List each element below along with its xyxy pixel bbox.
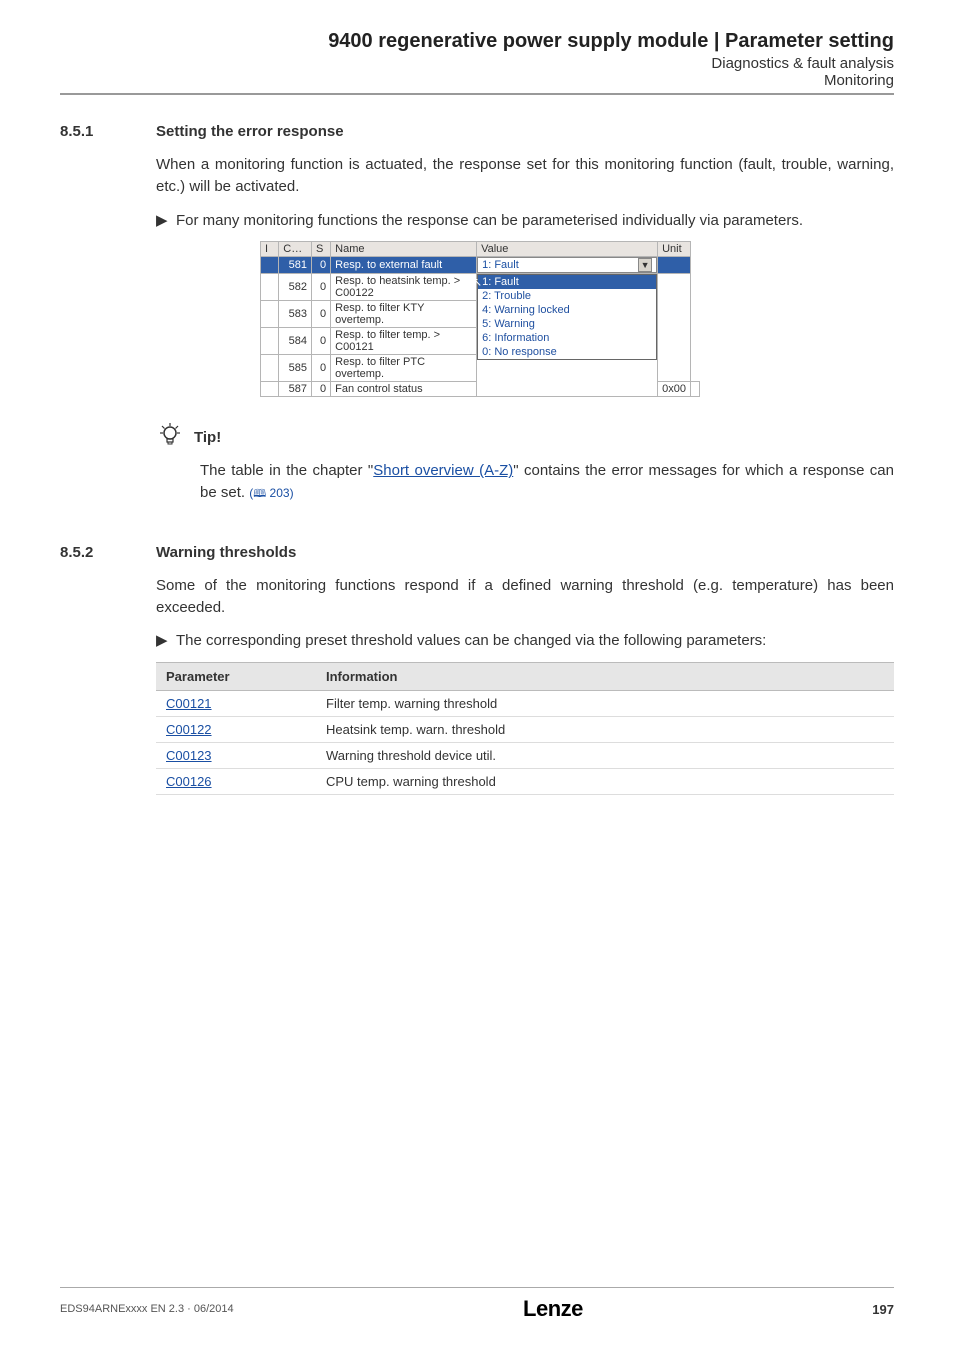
section-title: Warning thresholds xyxy=(156,544,296,561)
grid-header-i: I xyxy=(261,242,279,257)
section-852-heading: 8.5.2 Warning thresholds xyxy=(60,544,894,561)
dropdown-option[interactable]: 5: Warning xyxy=(478,317,656,331)
cell-name: Resp. to heatsink temp. > C00122 xyxy=(331,274,477,301)
cell-name: Resp. to external fault xyxy=(331,257,477,274)
triangle-bullet-icon: ▶ xyxy=(156,630,176,652)
cell-s: 0 xyxy=(311,355,330,382)
table-row: C00126 CPU temp. warning threshold xyxy=(156,769,894,795)
doc-id: EDS94ARNExxxx EN 2.3 · 06/2014 xyxy=(60,1303,234,1315)
cell-c: 583 xyxy=(279,301,312,328)
section-851-para: When a monitoring function is actuated, … xyxy=(156,154,894,198)
table-row: C00123 Warning threshold device util. xyxy=(156,743,894,769)
header-sub1: Diagnostics & fault analysis xyxy=(60,55,894,72)
cell-value: 0x00 xyxy=(658,382,691,397)
cell-s: 0 xyxy=(311,301,330,328)
param-info: Filter temp. warning threshold xyxy=(316,691,894,717)
table-row[interactable]: 582 0 Resp. to heatsink temp. > C00122 1… xyxy=(261,274,700,301)
cell-c: 582 xyxy=(279,274,312,301)
table-header-information: Information xyxy=(316,663,894,691)
cell-c: 587 xyxy=(279,382,312,397)
section-number: 8.5.1 xyxy=(60,123,156,140)
book-icon: 🕮 xyxy=(253,488,266,500)
section-852-bullet: ▶ The corresponding preset threshold val… xyxy=(156,630,894,652)
page-footer: EDS94ARNExxxx EN 2.3 · 06/2014 Lenze 197 xyxy=(60,1287,894,1322)
tip-text-pre: The table in the chapter " xyxy=(200,462,373,479)
cell-name: Resp. to filter PTC overtemp. xyxy=(331,355,477,382)
grid-header-c: C… xyxy=(279,242,312,257)
grid-header-value: Value xyxy=(477,242,658,257)
section-852-para: Some of the monitoring functions respond… xyxy=(156,575,894,619)
param-link-c00123[interactable]: C00123 xyxy=(166,748,212,763)
dropdown-option[interactable]: 4: Warning locked xyxy=(478,303,656,317)
header-sub2: Monitoring xyxy=(60,72,894,89)
table-header-parameter: Parameter xyxy=(156,663,316,691)
value-dropdown-closed[interactable]: 1: Fault ▼ xyxy=(477,257,657,273)
section-title: Setting the error response xyxy=(156,123,344,140)
lenze-logo: Lenze xyxy=(523,1296,583,1322)
cell-s: 0 xyxy=(311,274,330,301)
page-header: 9400 regenerative power supply module | … xyxy=(60,30,894,95)
section-851-bullet: ▶ For many monitoring functions the resp… xyxy=(156,210,894,232)
cell-name: Resp. to filter KTY overtemp. xyxy=(331,301,477,328)
cell-s: 0 xyxy=(311,257,330,274)
gui-screenshot: I C… S Name Value Unit 581 0 Resp. to ex… xyxy=(260,241,894,397)
param-link-c00121[interactable]: C00121 xyxy=(166,696,212,711)
page-reference[interactable]: (🕮 203) xyxy=(249,486,293,500)
header-title: 9400 regenerative power supply module | … xyxy=(60,30,894,53)
grid-header-unit: Unit xyxy=(658,242,691,257)
cell-c: 584 xyxy=(279,328,312,355)
cell-s: 0 xyxy=(311,382,330,397)
warning-threshold-table: Parameter Information C00121 Filter temp… xyxy=(156,662,894,795)
section-851-heading: 8.5.1 Setting the error response xyxy=(60,123,894,140)
cell-s: 0 xyxy=(311,328,330,355)
mouse-cursor-icon: ↖ xyxy=(472,275,652,289)
cell-name: Resp. to filter temp. > C00121 xyxy=(331,328,477,355)
cell-c: 585 xyxy=(279,355,312,382)
dropdown-option[interactable]: 2: Trouble xyxy=(478,289,656,303)
short-overview-link[interactable]: Short overview (A-Z) xyxy=(373,462,513,479)
triangle-bullet-icon: ▶ xyxy=(156,210,176,232)
parameter-grid: I C… S Name Value Unit 581 0 Resp. to ex… xyxy=(260,241,700,397)
bullet-text: For many monitoring functions the respon… xyxy=(176,210,894,232)
chevron-down-icon[interactable]: ▼ xyxy=(638,258,652,272)
cell-name: Fan control status xyxy=(331,382,477,397)
tip-label: Tip! xyxy=(194,429,221,446)
table-row[interactable]: 581 0 Resp. to external fault 1: Fault ▼ xyxy=(261,257,700,274)
value-dropdown-open[interactable]: 1: Fault ↖ 2: Trouble 4: Warning locked … xyxy=(477,274,657,360)
param-info: Warning threshold device util. xyxy=(316,743,894,769)
page-number: 197 xyxy=(872,1302,894,1317)
dropdown-option[interactable]: 6: Information xyxy=(478,331,656,345)
dropdown-selected: 1: Fault xyxy=(482,259,519,271)
cell-c: 581 xyxy=(279,257,312,274)
tip-body: The table in the chapter "Short overview… xyxy=(200,460,894,504)
param-info: CPU temp. warning threshold xyxy=(316,769,894,795)
param-link-c00122[interactable]: C00122 xyxy=(166,722,212,737)
grid-header-name: Name xyxy=(331,242,477,257)
page-ref-number: 203 xyxy=(270,486,290,500)
param-info: Heatsink temp. warn. threshold xyxy=(316,717,894,743)
param-link-c00126[interactable]: C00126 xyxy=(166,774,212,789)
section-number: 8.5.2 xyxy=(60,544,156,561)
bullet-text: The corresponding preset threshold value… xyxy=(176,630,894,652)
tip-heading: Tip! xyxy=(156,421,894,454)
table-row: C00122 Heatsink temp. warn. threshold xyxy=(156,717,894,743)
dropdown-option[interactable]: 0: No response xyxy=(478,345,656,359)
dropdown-option[interactable]: 1: Fault ↖ xyxy=(478,275,656,289)
lightbulb-tip-icon xyxy=(156,421,184,454)
grid-header-s: S xyxy=(311,242,330,257)
table-row: C00121 Filter temp. warning threshold xyxy=(156,691,894,717)
